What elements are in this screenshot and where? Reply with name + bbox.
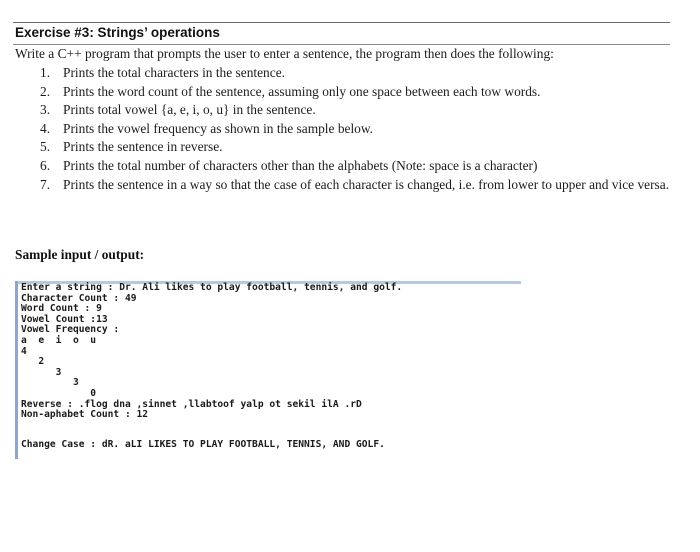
console-line: Non-aphabet Count : 12	[21, 409, 149, 421]
console-change-case-line: Change Case : dR. aLI LIKES TO PLAY FOOT…	[21, 439, 385, 450]
task-number: 2.	[40, 83, 51, 99]
console-line: 0	[90, 387, 97, 399]
task-text: Prints the sentence in a way so that the…	[63, 176, 670, 192]
task-number: 7.	[40, 176, 51, 192]
task-text: Prints the vowel frequency as shown in t…	[63, 120, 374, 136]
task-number: 6.	[40, 157, 51, 173]
console-line: Enter a string : Dr. Ali likes to play f…	[21, 282, 403, 293]
task-text: Prints the word count of the sentence, a…	[63, 83, 541, 99]
title-underline-rule	[13, 44, 670, 45]
task-number: 4.	[40, 120, 51, 136]
task-text: Prints the total characters in the sente…	[63, 65, 285, 80]
task-item: 3. Prints total vowel {a, e, i, o, u} in…	[0, 101, 678, 120]
task-number: 3.	[40, 102, 51, 118]
task-item: 2. Prints the word count of the sentence…	[0, 83, 678, 102]
console-line: Reverse : .flog dna ,sinnet ,llabtoof ya…	[21, 398, 362, 410]
task-number: 1.	[40, 65, 51, 80]
console-line: 3	[55, 366, 62, 378]
console-line: 2	[38, 356, 45, 368]
console-line: Character Count : 49	[21, 292, 137, 304]
task-item: 6. Prints the total number of characters…	[0, 157, 678, 176]
task-text: Prints the total number of characters ot…	[63, 157, 538, 173]
task-item: 7. Prints the sentence in a way so that …	[0, 176, 678, 195]
console-left-border	[15, 281, 18, 459]
task-list: 1. Prints the total characters in the se…	[0, 64, 678, 194]
task-item: 5. Prints the sentence in reverse.	[0, 138, 678, 157]
console-line: Word Count : 9	[21, 303, 102, 315]
console-line: Vowel Count :13	[21, 313, 108, 325]
top-rule	[13, 22, 670, 23]
task-text: Prints the sentence in reverse.	[63, 139, 223, 155]
console-text: Enter a string : Dr. Ali likes to play f…	[21, 282, 403, 421]
exercise-intro: Write a C++ program that prompts the use…	[15, 46, 554, 61]
console-output: Enter a string : Dr. Ali likes to play f…	[15, 281, 535, 459]
task-item: 1. Prints the total characters in the se…	[0, 64, 678, 83]
console-line: 4	[21, 345, 27, 357]
task-number: 5.	[40, 139, 51, 155]
task-item: 4. Prints the vowel frequency as shown i…	[0, 120, 678, 139]
console-line: Vowel Frequency :	[21, 324, 120, 336]
console-line: a e i o u	[21, 334, 97, 346]
sample-heading: Sample input / output:	[15, 247, 145, 262]
task-text: Prints total vowel {a, e, i, o, u} in th…	[63, 102, 316, 118]
exercise-title: Exercise #3: Strings’ operations	[15, 25, 220, 40]
console-line: 3	[72, 377, 79, 389]
